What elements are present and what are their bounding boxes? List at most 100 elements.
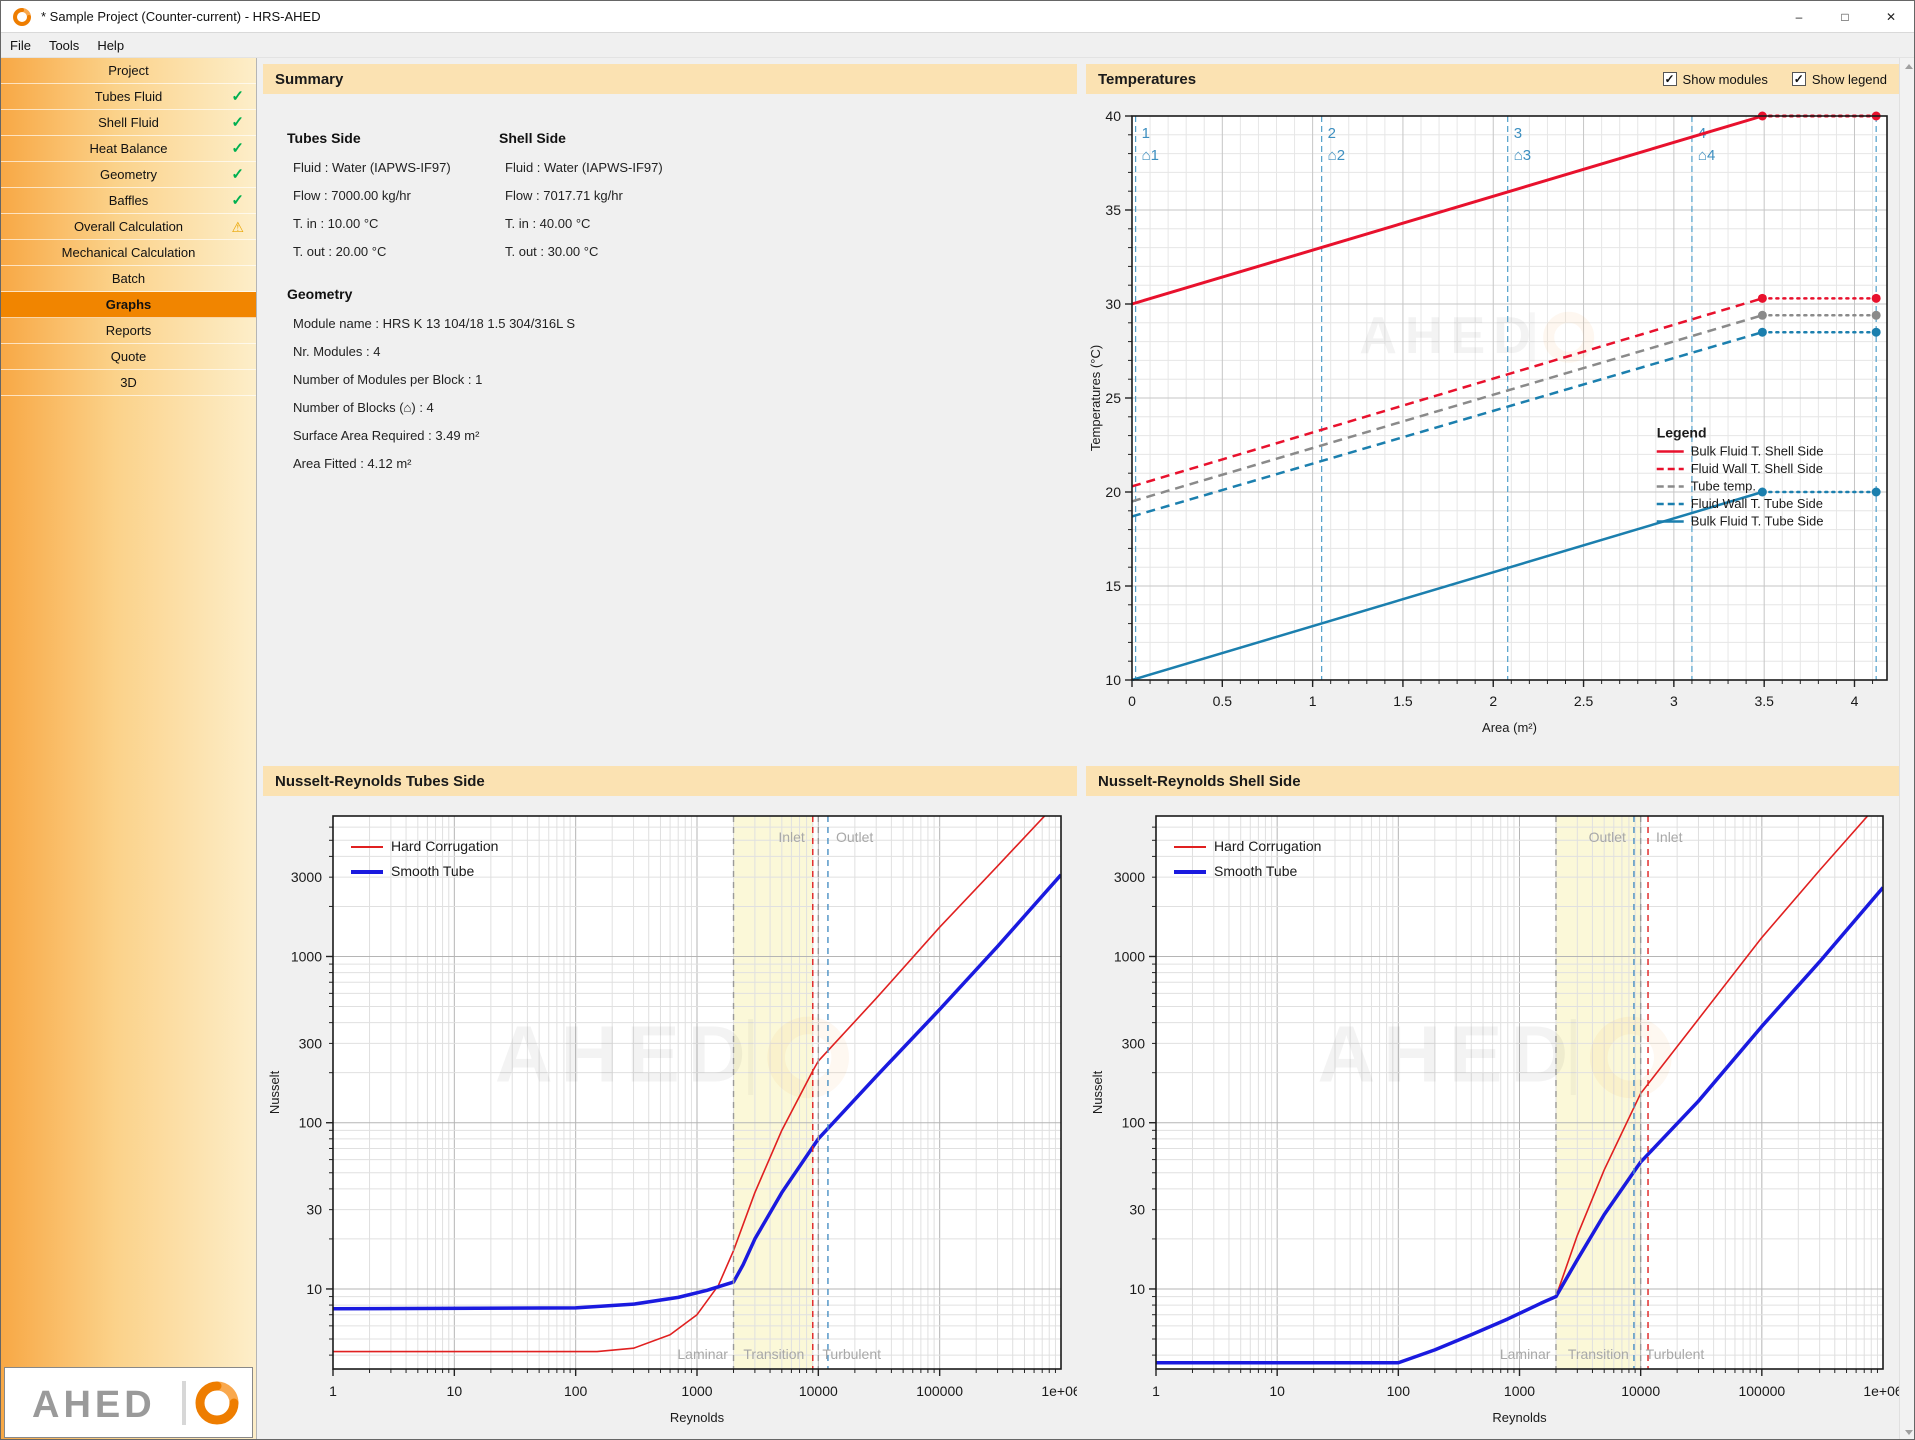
svg-text:Area (m²): Area (m²) — [1482, 720, 1537, 735]
summary-section-tubes-side: Tubes SideFluid : Water (IAPWS-IF97)Flow… — [287, 130, 499, 272]
summary-line: Flow : 7017.71 kg/hr — [505, 188, 711, 203]
menubar: FileToolsHelp — [1, 34, 1914, 58]
nusselt-shell-chart-container: AHEDOutletInletLaminarTransitionTurbulen… — [1086, 796, 1899, 1439]
maximize-button[interactable]: □ — [1822, 1, 1868, 33]
summary-line: T. out : 20.00 °C — [293, 244, 499, 259]
sidebar-item-project[interactable]: Project — [1, 58, 256, 84]
sidebar-item-heat-balance[interactable]: Heat Balance✓ — [1, 136, 256, 162]
svg-text:1: 1 — [1309, 693, 1317, 709]
sidebar-item-mechanical-calculation[interactable]: Mechanical Calculation — [1, 240, 256, 266]
sidebar-item-tubes-fluid[interactable]: Tubes Fluid✓ — [1, 84, 256, 110]
window-controls: – □ ✕ — [1776, 1, 1914, 33]
svg-text:Nusselt: Nusselt — [1090, 1070, 1105, 1114]
sidebar-item-reports[interactable]: Reports — [1, 318, 256, 344]
warning-icon: ⚠ — [231, 214, 244, 240]
summary-line: T. in : 40.00 °C — [505, 216, 711, 231]
svg-text:4: 4 — [1851, 693, 1859, 709]
sidebar-item-batch[interactable]: Batch — [1, 266, 256, 292]
checkbox-box[interactable]: ✓ — [1663, 72, 1677, 86]
menu-item-tools[interactable]: Tools — [40, 34, 88, 58]
svg-text:Outlet: Outlet — [1589, 829, 1626, 845]
svg-text:Turbulent: Turbulent — [822, 1346, 881, 1362]
svg-text:Transition: Transition — [1568, 1346, 1629, 1362]
window-title: * Sample Project (Counter-current) - HRS… — [41, 9, 321, 24]
summary-line: Module name : HRS K 13 104/18 1.5 304/31… — [293, 316, 1077, 331]
summary-title: Summary — [275, 71, 343, 88]
nusselt-shell-title: Nusselt-Reynolds Shell Side — [1098, 773, 1301, 790]
svg-text:⌂3: ⌂3 — [1514, 147, 1531, 164]
temperatures-options: ✓Show modules✓Show legend — [1663, 72, 1887, 87]
svg-text:1000: 1000 — [1114, 948, 1145, 964]
app-window: * Sample Project (Counter-current) - HRS… — [0, 0, 1915, 1440]
sidebar-item-label: Graphs — [106, 297, 152, 312]
svg-text:Nusselt: Nusselt — [267, 1070, 282, 1114]
svg-text:2.5: 2.5 — [1574, 693, 1594, 709]
nusselt-shell-panel-header: Nusselt-Reynolds Shell Side — [1086, 766, 1899, 796]
svg-text:3000: 3000 — [1114, 869, 1145, 885]
summary-line: Number of Modules per Block : 1 — [293, 372, 1077, 387]
svg-text:Bulk Fluid T. Tube Side: Bulk Fluid T. Tube Side — [1691, 513, 1824, 528]
svg-text:Turbulent: Turbulent — [1646, 1346, 1705, 1362]
nusselt-tubes-title: Nusselt-Reynolds Tubes Side — [275, 773, 485, 790]
scroll-up-icon[interactable] — [1900, 58, 1915, 75]
svg-text:AHED: AHED — [1359, 307, 1538, 365]
svg-text:1000: 1000 — [1504, 1383, 1535, 1399]
sidebar-item-overall-calculation[interactable]: Overall Calculation⚠ — [1, 214, 256, 240]
svg-text:10: 10 — [447, 1383, 463, 1399]
menu-item-file[interactable]: File — [1, 34, 40, 58]
minimize-button[interactable]: – — [1776, 1, 1822, 33]
svg-text:Hard Corrugation: Hard Corrugation — [391, 838, 498, 854]
sidebar-item-quote[interactable]: Quote — [1, 344, 256, 370]
checkbox-label: Show legend — [1812, 72, 1887, 87]
sidebar-item-baffles[interactable]: Baffles✓ — [1, 188, 256, 214]
nusselt-tubes-panel: Nusselt-Reynolds Tubes Side AHEDInletOut… — [263, 766, 1077, 1436]
svg-text:Reynolds: Reynolds — [670, 1410, 725, 1425]
nusselt-tubes-chart-container: AHEDInletOutletLaminarTransitionTurbulen… — [263, 796, 1077, 1439]
close-button[interactable]: ✕ — [1868, 1, 1914, 33]
menu-item-help[interactable]: Help — [88, 34, 133, 58]
sidebar-item-label: Batch — [112, 271, 145, 286]
sidebar-item-graphs[interactable]: Graphs — [1, 292, 256, 318]
sidebar-item-label: Baffles — [109, 193, 149, 208]
summary-section-shell-side: Shell Side Fluid : Water (IAPWS-IF97) Flow… — [499, 130, 711, 272]
svg-text:Tube temp.: Tube temp. — [1691, 478, 1756, 493]
svg-text:1e+06: 1e+06 — [1041, 1383, 1077, 1399]
titlebar: * Sample Project (Counter-current) - HRS… — [1, 1, 1914, 33]
svg-text:Laminar: Laminar — [677, 1346, 728, 1362]
section-heading: Geometry — [287, 286, 1077, 302]
checkbox-box[interactable]: ✓ — [1792, 72, 1806, 86]
svg-text:10: 10 — [1129, 1281, 1145, 1297]
svg-text:⌂2: ⌂2 — [1328, 147, 1345, 164]
sidebar-item-geometry[interactable]: Geometry✓ — [1, 162, 256, 188]
scroll-down-icon[interactable] — [1900, 1424, 1915, 1440]
svg-text:2: 2 — [1489, 693, 1497, 709]
svg-text:Fluid Wall T. Tube Side: Fluid Wall T. Tube Side — [1691, 496, 1823, 511]
svg-text:300: 300 — [299, 1035, 323, 1051]
summary-line: T. out : 30.00 °C — [505, 244, 711, 259]
sidebar-item-shell-fluid[interactable]: Shell Fluid✓ — [1, 110, 256, 136]
svg-text:2: 2 — [1328, 125, 1336, 142]
summary-line: Flow : 7000.00 kg/hr — [293, 188, 499, 203]
sidebar-item-label: Heat Balance — [89, 141, 167, 156]
nusselt-tubes-panel-header: Nusselt-Reynolds Tubes Side — [263, 766, 1077, 796]
nusselt-shell-chart: AHEDOutletInletLaminarTransitionTurbulen… — [1086, 796, 1899, 1434]
svg-text:100000: 100000 — [1738, 1383, 1785, 1399]
summary-panel-header: Summary — [263, 64, 1077, 94]
summary-line: Fluid : Water (IAPWS-IF97) — [505, 160, 711, 175]
svg-text:1000: 1000 — [681, 1383, 712, 1399]
checkbox-show-modules[interactable]: ✓Show modules — [1663, 72, 1768, 87]
sidebar-item-label: Shell Fluid — [98, 115, 159, 130]
summary-line: T. in : 10.00 °C — [293, 216, 499, 231]
svg-text:100000: 100000 — [916, 1383, 963, 1399]
section-heading: Shell Side — [499, 130, 711, 146]
svg-text:1e+06: 1e+06 — [1863, 1383, 1899, 1399]
summary-line: Fluid : Water (IAPWS-IF97) — [293, 160, 499, 175]
svg-text:10000: 10000 — [799, 1383, 838, 1399]
svg-text:Transition: Transition — [743, 1346, 804, 1362]
check-icon: ✓ — [231, 162, 244, 188]
scrollbar[interactable] — [1899, 58, 1915, 1440]
svg-text:3: 3 — [1514, 125, 1522, 142]
checkbox-show-legend[interactable]: ✓ Show legend — [1792, 72, 1887, 87]
svg-text:30: 30 — [1129, 1202, 1145, 1218]
sidebar-item-3d[interactable]: 3D — [1, 370, 256, 396]
